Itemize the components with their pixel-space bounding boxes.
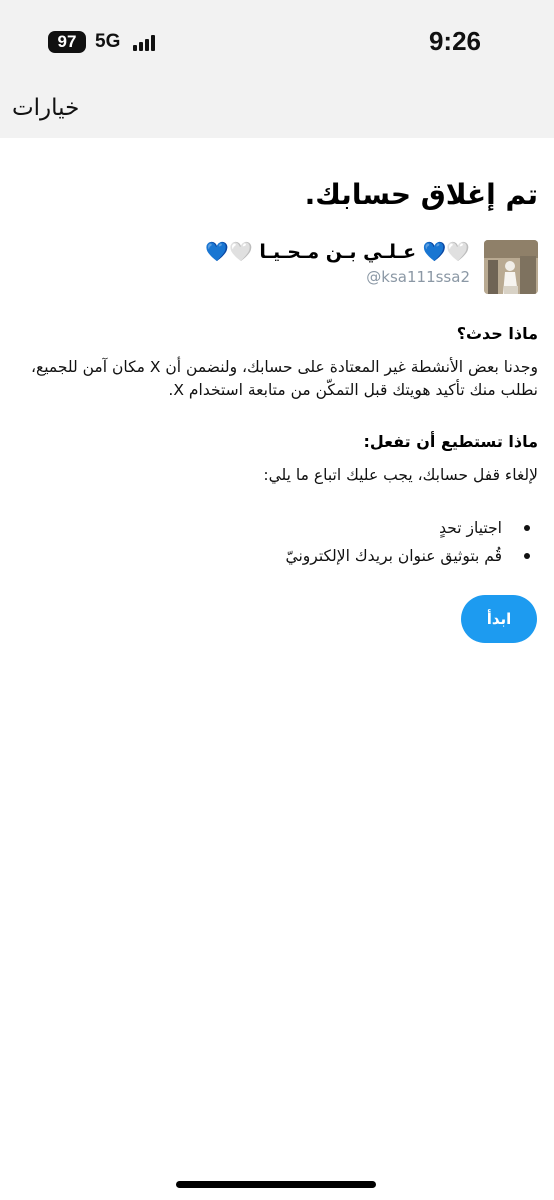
avatar bbox=[484, 240, 538, 294]
bullet-icon bbox=[524, 525, 530, 531]
options-button[interactable]: خيارات bbox=[12, 91, 79, 125]
what-happened-heading: ماذا حدث؟ bbox=[456, 324, 538, 343]
start-button[interactable]: ابدأ bbox=[461, 595, 537, 643]
bullet-icon bbox=[524, 553, 530, 559]
account-handle: @ksa111ssa2 bbox=[366, 268, 470, 286]
step-label: قُم بتوثيق عنوان بريدك الإلكترونيّ bbox=[285, 547, 502, 565]
display-name: 🤍💙 عـلـي بـن مـحـيـا 🤍💙 bbox=[205, 241, 470, 263]
battery-indicator: 97 bbox=[48, 31, 86, 53]
signal-strength-icon bbox=[133, 35, 159, 51]
list-item: اجتياز تحدٍ bbox=[14, 514, 538, 542]
status-time: 9:26 bbox=[428, 26, 481, 56]
list-item: قُم بتوثيق عنوان بريدك الإلكترونيّ bbox=[14, 542, 538, 570]
network-type: 5G bbox=[95, 31, 121, 52]
account-summary: 🤍💙 عـلـي بـن مـحـيـا 🤍💙 @ksa111ssa2 bbox=[18, 238, 538, 298]
what-happened-body: وجدنا بعض الأنشطة غير المعتادة على حسابك… bbox=[30, 358, 538, 399]
steps-list: اجتياز تحدٍ قُم بتوثيق عنوان بريدك الإلك… bbox=[14, 514, 538, 570]
page-title: تم إغلاق حسابك. bbox=[304, 178, 538, 211]
what-to-do-body: لإلغاء قفل حسابك، يجب عليك اتباع ما يلي: bbox=[263, 466, 538, 484]
status-bar: 97 5G 9:26 bbox=[0, 0, 554, 82]
what-to-do-heading: ماذا تستطيع أن تفعل: bbox=[363, 432, 538, 451]
step-label: اجتياز تحدٍ bbox=[439, 519, 502, 537]
nav-bar: خيارات bbox=[0, 82, 554, 138]
home-indicator[interactable] bbox=[176, 1181, 376, 1188]
